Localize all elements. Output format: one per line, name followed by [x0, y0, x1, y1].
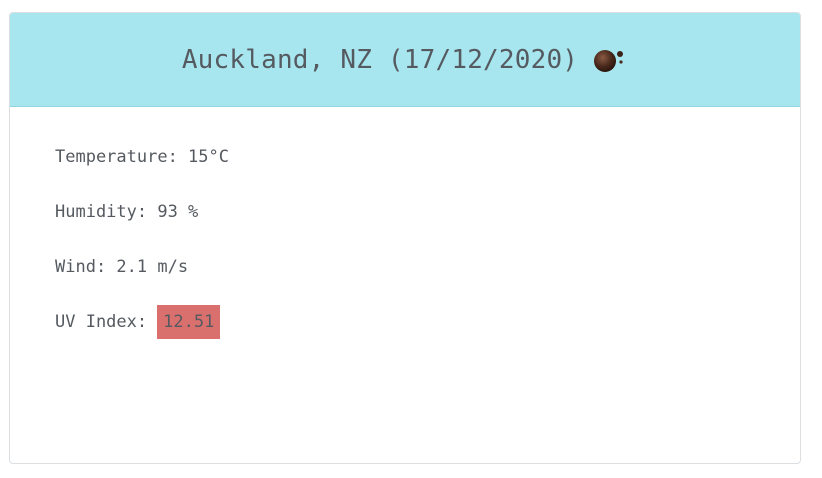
humidity-text: Humidity: 93 %	[55, 202, 199, 222]
card-header: Auckland, NZ (17/12/2020)	[10, 13, 800, 107]
wind-text: Wind: 2.1 m/s	[55, 257, 189, 277]
weather-condition-icon	[592, 46, 628, 74]
humidity-row: Humidity: 93 %	[55, 202, 229, 257]
wind-row: Wind: 2.1 m/s	[55, 257, 229, 312]
city-date-title: Auckland, NZ (17/12/2020)	[181, 44, 579, 75]
temperature-row: Temperature: 15°C	[55, 147, 229, 202]
uv-index-row: UV Index: 12.51	[55, 305, 229, 367]
weather-card: Auckland, NZ (17/12/2020) Temperature: 1…	[9, 12, 801, 464]
temperature-text: Temperature: 15°C	[55, 147, 229, 167]
uv-index-label: UV Index:	[55, 312, 148, 332]
weather-details: Temperature: 15°C Humidity: 93 % Wind: 2…	[55, 147, 229, 367]
uv-index-badge: 12.51	[157, 305, 221, 339]
